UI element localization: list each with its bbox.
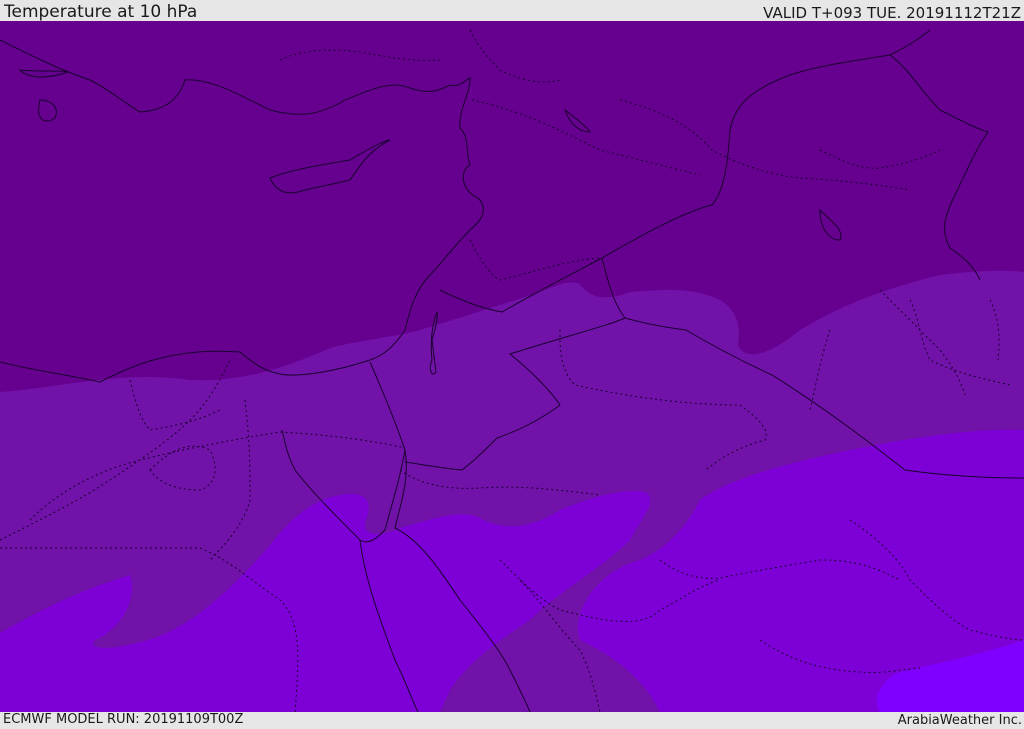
footer-bar: ECMWF MODEL RUN: 20191109T00Z ArabiaWeat…	[0, 712, 1024, 729]
credit-label: ArabiaWeather Inc.	[897, 713, 1022, 728]
model-run-label: ECMWF MODEL RUN: 20191109T00Z	[3, 712, 244, 727]
valid-time-label: VALID T+093 TUE. 20191112T21Z	[763, 4, 1021, 22]
temperature-map[interactable]	[0, 21, 1024, 712]
map-title: Temperature at 10 hPa	[4, 2, 198, 22]
map-canvas	[0, 21, 1024, 712]
header-bar: Temperature at 10 hPa VALID T+093 TUE. 2…	[0, 0, 1024, 21]
